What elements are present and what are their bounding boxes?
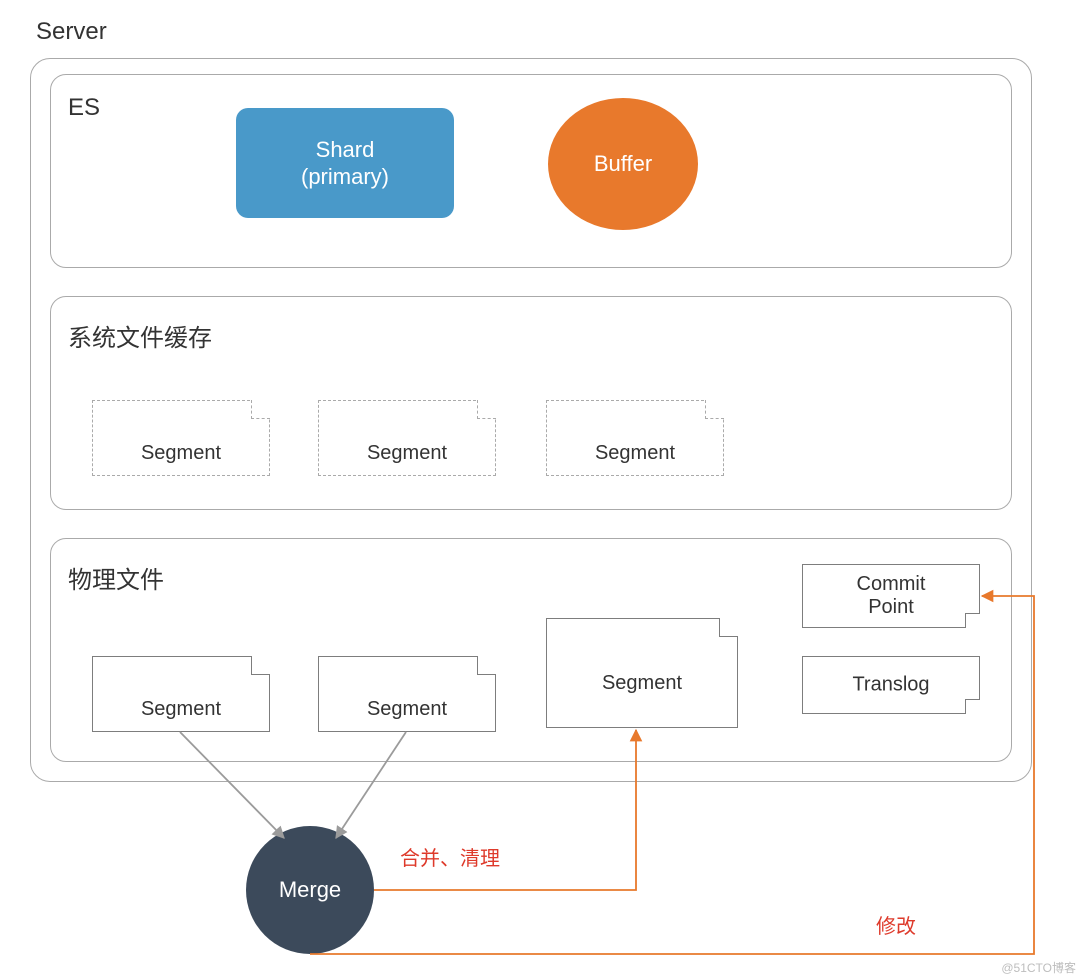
commit-point-text: Commit Point bbox=[803, 573, 979, 619]
cache-label: 系统文件缓存 bbox=[68, 318, 212, 353]
phys-segment-large: Segment bbox=[546, 618, 738, 728]
es-label: ES bbox=[68, 94, 100, 122]
phys-label: 物理文件 bbox=[68, 560, 164, 595]
watermark: @51CTO博客 bbox=[1001, 959, 1076, 976]
translog-text: Translog bbox=[803, 674, 979, 697]
shard-line1: Shard bbox=[236, 136, 454, 164]
shard-primary: Shard (primary) bbox=[236, 108, 454, 218]
cache-segment: Segment bbox=[318, 400, 496, 476]
merge-arrow-label-2: 修改 bbox=[876, 910, 916, 939]
phys-segment: Segment bbox=[318, 656, 496, 732]
es-container bbox=[50, 74, 1012, 268]
merge-arrow-label-1: 合并、清理 bbox=[400, 842, 500, 871]
server-title: Server bbox=[36, 18, 107, 46]
merge-node: Merge bbox=[246, 826, 374, 954]
phys-segment: Segment bbox=[92, 656, 270, 732]
shard-line2: (primary) bbox=[236, 163, 454, 191]
buffer-node: Buffer bbox=[548, 98, 698, 230]
commit-point-note: Commit Point bbox=[802, 564, 980, 628]
cache-segment: Segment bbox=[92, 400, 270, 476]
translog-note: Translog bbox=[802, 656, 980, 714]
cache-segment: Segment bbox=[546, 400, 724, 476]
